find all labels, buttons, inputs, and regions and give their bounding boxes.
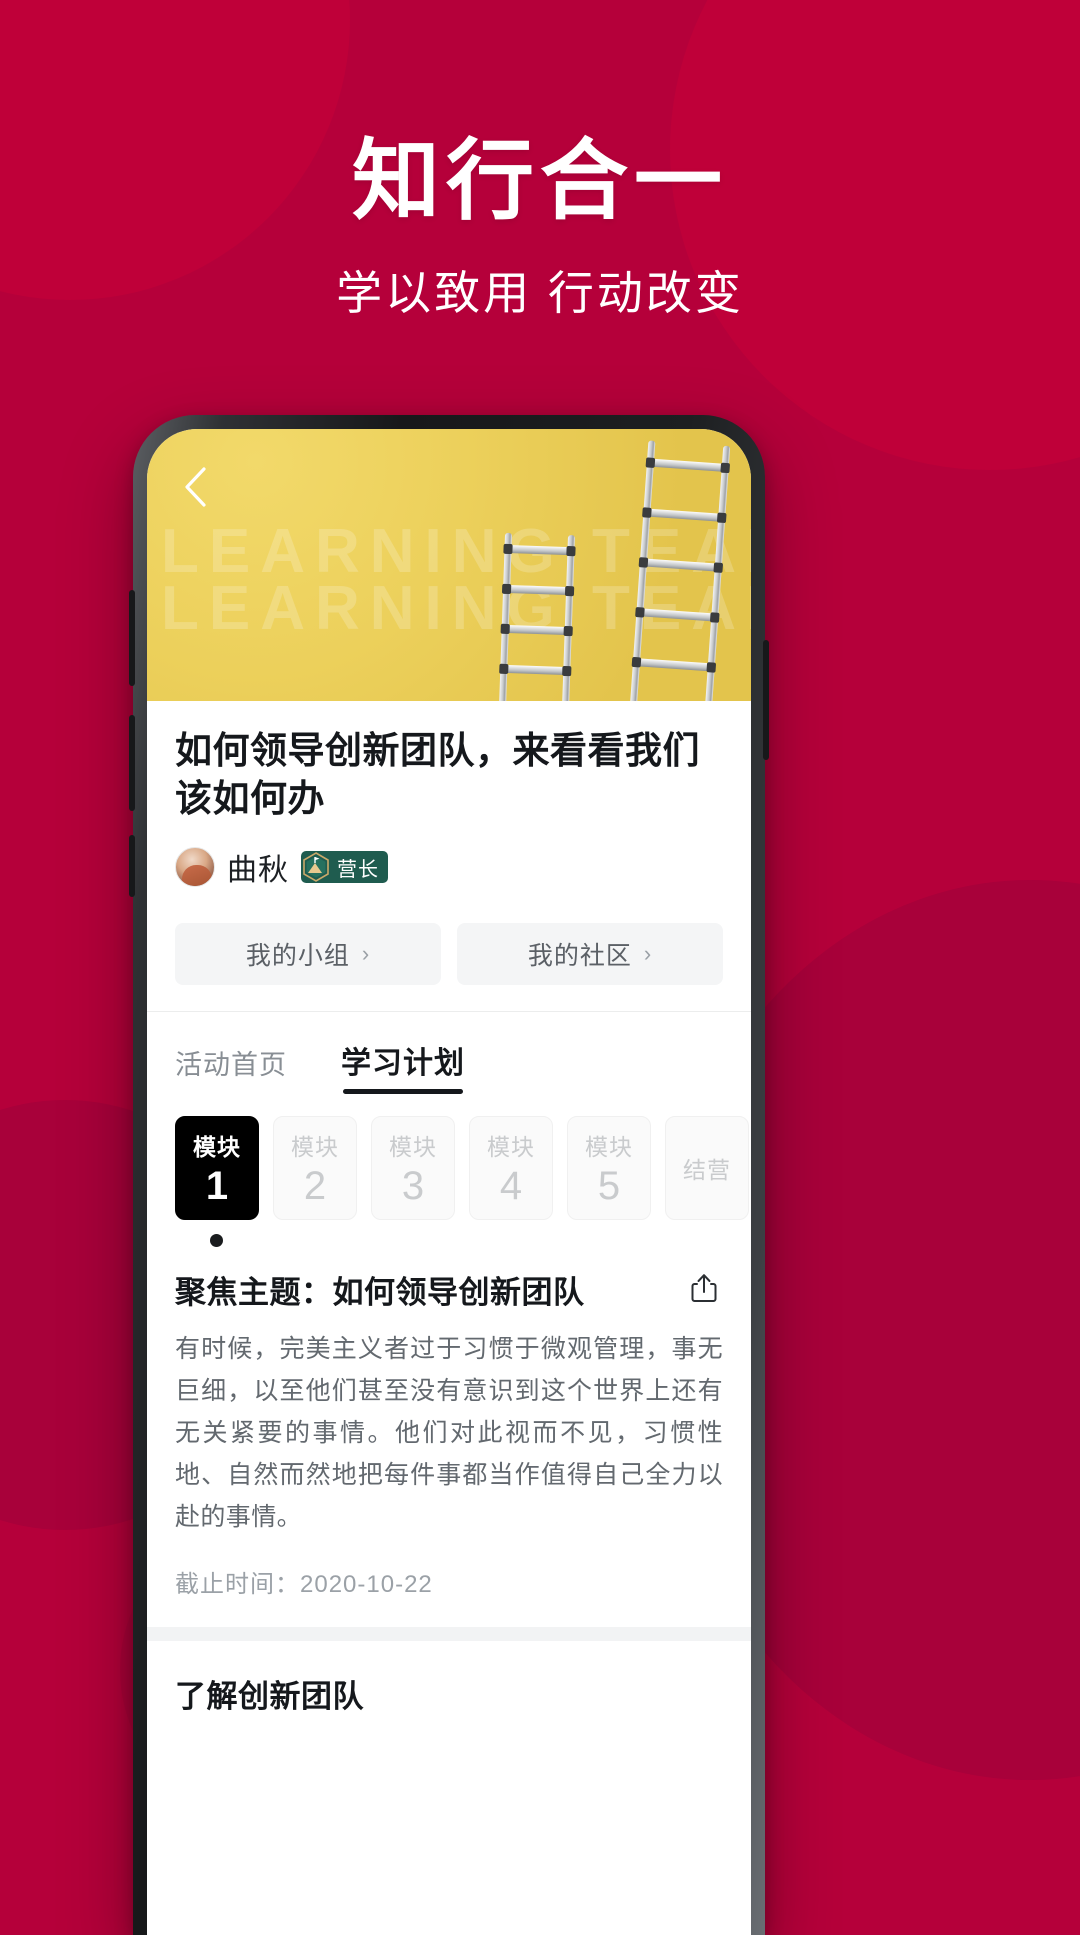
module-card-1-number: 1 xyxy=(205,1163,229,1208)
status-badge: 营长 xyxy=(299,850,388,884)
share-icon xyxy=(691,1274,717,1303)
phone-power-button[interactable] xyxy=(763,640,769,760)
module-card-5[interactable]: 模块 5 xyxy=(567,1116,651,1221)
back-button[interactable] xyxy=(169,461,221,513)
group-buttons-row: 我的小组 › 我的社区 › xyxy=(147,909,751,1013)
share-button[interactable] xyxy=(685,1269,723,1307)
phone-screen: LEARNING TEAM LEARNING TEAM 如何领导创新团队，来看看… xyxy=(147,429,751,1935)
author-row[interactable]: 曲秋 营长 xyxy=(175,845,723,889)
lesson-title: 聚焦主题：如何领导创新团队 xyxy=(175,1275,585,1311)
chevron-right-icon: › xyxy=(361,941,371,967)
tab-activity-home[interactable]: 活动首页 xyxy=(175,1043,287,1094)
module-card-closing-word: 结营 xyxy=(683,1157,731,1184)
section-divider xyxy=(147,1627,751,1642)
tab-bar: 活动首页 学习计划 xyxy=(147,1012,751,1095)
pager-dot-active[interactable] xyxy=(210,1234,223,1248)
my-group-button[interactable]: 我的小组 › xyxy=(175,923,441,986)
module-card-3-number: 3 xyxy=(401,1163,425,1208)
tab-study-plan-label: 学习计划 xyxy=(341,1047,465,1081)
module-card-2-word: 模块 xyxy=(291,1133,339,1160)
module-pager xyxy=(147,1220,751,1252)
module-strip[interactable]: 模块 1 模块 2 模块 3 模块 4 模块 5 结营 xyxy=(147,1094,751,1221)
promo-title: 知行合一 xyxy=(351,131,728,230)
module-card-5-number: 5 xyxy=(597,1163,621,1208)
article-title: 如何领导创新团队，来看看我们该如何办 xyxy=(175,730,700,820)
promo-headline-block: 知行合一 学以致用 行动改变 xyxy=(0,130,1080,323)
lesson-header: 聚焦主题：如何领导创新团队 xyxy=(175,1267,723,1312)
module-card-closing[interactable]: 结营 xyxy=(665,1116,749,1221)
next-section-title: 了解创新团队 xyxy=(175,1679,364,1715)
article-header: 如何领导创新团队，来看看我们该如何办 曲秋 营长 xyxy=(147,701,751,910)
author-name: 曲秋 xyxy=(227,854,289,888)
avatar[interactable] xyxy=(175,847,215,888)
phone-mockup: LEARNING TEAM LEARNING TEAM 如何领导创新团队，来看看… xyxy=(129,415,769,1935)
module-card-4[interactable]: 模块 4 xyxy=(469,1116,553,1221)
module-card-1-word: 模块 xyxy=(193,1133,241,1160)
tab-activity-home-label: 活动首页 xyxy=(175,1050,287,1081)
lesson-deadline: 截止时间：2020-10-22 xyxy=(175,1571,433,1599)
tab-study-plan[interactable]: 学习计划 xyxy=(341,1038,465,1095)
phone-mute-button[interactable] xyxy=(129,835,135,897)
phone-frame: LEARNING TEAM LEARNING TEAM 如何领导创新团队，来看看… xyxy=(129,415,769,1935)
promo-subtitle: 学以致用 行动改变 xyxy=(336,267,744,320)
module-card-1[interactable]: 模块 1 xyxy=(175,1116,259,1221)
module-card-3-word: 模块 xyxy=(389,1133,437,1160)
my-group-label: 我的小组 xyxy=(245,942,350,971)
ladder-graphic-right xyxy=(629,440,731,701)
module-card-4-word: 模块 xyxy=(487,1133,535,1160)
my-community-button[interactable]: 我的社区 › xyxy=(457,923,723,986)
phone-volume-up-button[interactable] xyxy=(129,590,135,686)
hero-banner: LEARNING TEAM LEARNING TEAM xyxy=(147,429,751,701)
my-community-label: 我的社区 xyxy=(527,942,632,971)
module-card-2-number: 2 xyxy=(303,1163,327,1208)
module-card-2[interactable]: 模块 2 xyxy=(273,1116,357,1221)
phone-volume-down-button[interactable] xyxy=(129,715,135,811)
mountain-flag-icon xyxy=(299,850,333,884)
next-section[interactable]: 了解创新团队 xyxy=(147,1641,751,1747)
chevron-left-icon xyxy=(185,467,206,507)
ladder-graphic-left xyxy=(498,532,576,701)
status-badge-label: 营长 xyxy=(337,858,379,881)
module-card-4-number: 4 xyxy=(499,1163,523,1208)
lesson-body-text: 有时候，完美主义者过于习惯于微观管理，事无巨细，以至他们甚至没有意识到这个世界上… xyxy=(175,1335,723,1532)
module-card-3[interactable]: 模块 3 xyxy=(371,1116,455,1221)
lesson-block: 聚焦主题：如何领导创新团队 有时候，完美主义者过于习惯于微观管理，事无巨细，以至… xyxy=(147,1251,751,1628)
module-card-5-word: 模块 xyxy=(585,1133,633,1160)
chevron-right-icon: › xyxy=(643,941,653,967)
